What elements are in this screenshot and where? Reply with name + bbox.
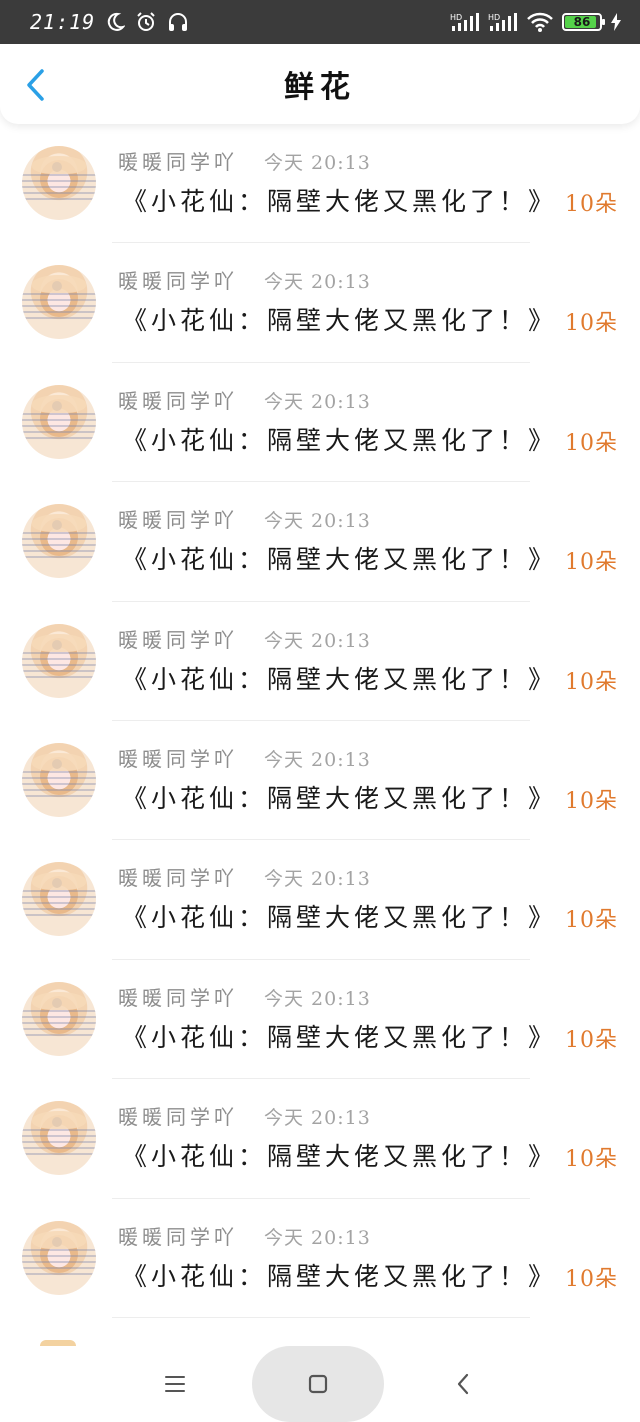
chevron-left-icon [27, 69, 44, 101]
flower-count: 10朵 [565, 669, 618, 695]
divider [112, 1316, 530, 1318]
book-title[interactable]: 《小花仙：隔壁大佬又黑化了！》 [122, 779, 557, 815]
user-name[interactable]: 暖暖同学吖 [118, 385, 238, 414]
page-title: 鲜花 [284, 70, 356, 105]
user-name[interactable]: 暖暖同学吖 [118, 862, 238, 891]
user-name[interactable]: 暖暖同学吖 [118, 504, 238, 533]
wifi-icon [526, 11, 554, 33]
flower-count: 10朵 [565, 1266, 618, 1292]
user-name[interactable]: 暖暖同学吖 [118, 265, 238, 294]
book-title[interactable]: 《小花仙：隔壁大佬又黑化了！》 [122, 421, 557, 457]
timestamp: 今天 20:13 [264, 152, 371, 174]
avatar[interactable] [22, 623, 96, 698]
flower-count: 10朵 [565, 908, 618, 934]
timestamp: 今天 20:13 [264, 1107, 371, 1130]
status-bar: 21:19 HD HD 86 [0, 0, 640, 44]
menu-button[interactable] [150, 1364, 200, 1404]
flower-list: 暖暖同学吖 今天 20:13 《小花仙：隔壁大佬又黑化了！》 10朵 暖暖同学吖… [0, 124, 640, 1318]
flower-count: 10朵 [565, 430, 618, 456]
avatar[interactable] [22, 146, 96, 220]
nav-back-button[interactable] [438, 1364, 488, 1404]
list-item[interactable]: 暖暖同学吖 今天 20:13 《小花仙：隔壁大佬又黑化了！》 10朵 [0, 840, 640, 960]
battery-level: 86 [573, 15, 591, 29]
timestamp: 今天 20:13 [264, 1226, 371, 1249]
moon-icon [105, 12, 126, 32]
user-name[interactable]: 暖暖同学吖 [118, 624, 238, 653]
back-chevron-icon [457, 1373, 469, 1395]
book-title[interactable]: 《小花仙：隔壁大佬又黑化了！》 [122, 898, 557, 934]
avatar[interactable] [22, 862, 96, 937]
flower-count: 10朵 [565, 311, 618, 337]
user-name[interactable]: 暖暖同学吖 [118, 146, 238, 175]
list-item[interactable]: 暖暖同学吖 今天 20:13 《小花仙：隔壁大佬又黑化了！》 10朵 [0, 1199, 640, 1318]
book-title[interactable]: 《小花仙：隔壁大佬又黑化了！》 [122, 1018, 557, 1054]
header: 鲜花 [0, 44, 640, 124]
avatar[interactable] [22, 384, 96, 459]
avatar[interactable] [22, 504, 96, 579]
signal-icon-2: HD [488, 12, 518, 32]
list-item[interactable]: 暖暖同学吖 今天 20:13 《小花仙：隔壁大佬又黑化了！》 10朵 [0, 363, 640, 483]
list-item[interactable]: 暖暖同学吖 今天 20:13 《小花仙：隔壁大佬又黑化了！》 10朵 [0, 960, 640, 1080]
net2-label: HD [488, 13, 500, 22]
avatar[interactable] [22, 742, 96, 817]
flower-count: 10朵 [565, 1027, 618, 1053]
home-button[interactable] [252, 1346, 384, 1422]
battery-icon: 86 [562, 13, 605, 31]
list-item[interactable]: 暖暖同学吖 今天 20:13 《小花仙：隔壁大佬又黑化了！》 10朵 [0, 124, 640, 244]
avatar[interactable] [22, 265, 96, 340]
alarm-icon [135, 11, 157, 33]
book-title[interactable]: 《小花仙：隔壁大佬又黑化了！》 [122, 182, 557, 218]
status-right: HD HD 86 [450, 11, 622, 33]
status-left: 21:19 [30, 10, 189, 34]
book-title[interactable]: 《小花仙：隔壁大佬又黑化了！》 [122, 1257, 557, 1293]
user-name[interactable]: 暖暖同学吖 [118, 1221, 238, 1250]
net1-label: HD [450, 13, 462, 22]
status-time: 21:19 [30, 10, 96, 34]
user-name[interactable]: 暖暖同学吖 [118, 982, 238, 1011]
timestamp: 今天 20:13 [264, 510, 371, 533]
timestamp: 今天 20:13 [264, 987, 371, 1010]
book-title[interactable]: 《小花仙：隔壁大佬又黑化了！》 [122, 301, 557, 337]
list-item[interactable]: 暖暖同学吖 今天 20:13 《小花仙：隔壁大佬又黑化了！》 10朵 [0, 721, 640, 841]
flower-count: 10朵 [565, 550, 618, 576]
avatar[interactable] [22, 1220, 96, 1295]
book-title[interactable]: 《小花仙：隔壁大佬又黑化了！》 [122, 660, 557, 696]
book-title[interactable]: 《小花仙：隔壁大佬又黑化了！》 [122, 540, 557, 576]
timestamp: 今天 20:13 [264, 629, 371, 652]
timestamp: 今天 20:13 [264, 868, 371, 891]
back-button[interactable] [18, 68, 52, 102]
avatar[interactable] [22, 1101, 96, 1176]
flower-count: 10朵 [565, 1147, 618, 1173]
home-square-icon [308, 1374, 328, 1394]
avatar[interactable] [22, 981, 96, 1056]
flower-count: 10朵 [565, 788, 618, 814]
charging-icon [610, 12, 622, 32]
headphones-icon [167, 11, 189, 33]
list-item[interactable]: 暖暖同学吖 今天 20:13 《小花仙：隔壁大佬又黑化了！》 10朵 [0, 482, 640, 602]
timestamp: 今天 20:13 [264, 271, 371, 294]
signal-icon: HD [450, 12, 480, 32]
book-title[interactable]: 《小花仙：隔壁大佬又黑化了！》 [122, 1137, 557, 1173]
flower-count: 10朵 [565, 192, 618, 217]
navigation-bar [0, 1346, 640, 1422]
list-item[interactable]: 暖暖同学吖 今天 20:13 《小花仙：隔壁大佬又黑化了！》 10朵 [0, 1079, 640, 1199]
timestamp: 今天 20:13 [264, 748, 371, 771]
menu-icon [165, 1376, 185, 1392]
user-name[interactable]: 暖暖同学吖 [118, 1101, 238, 1130]
list-item[interactable]: 暖暖同学吖 今天 20:13 《小花仙：隔壁大佬又黑化了！》 10朵 [0, 602, 640, 721]
timestamp: 今天 20:13 [264, 390, 371, 413]
user-name[interactable]: 暖暖同学吖 [118, 743, 238, 772]
list-item[interactable]: 暖暖同学吖 今天 20:13 《小花仙：隔壁大佬又黑化了！》 10朵 [0, 243, 640, 363]
